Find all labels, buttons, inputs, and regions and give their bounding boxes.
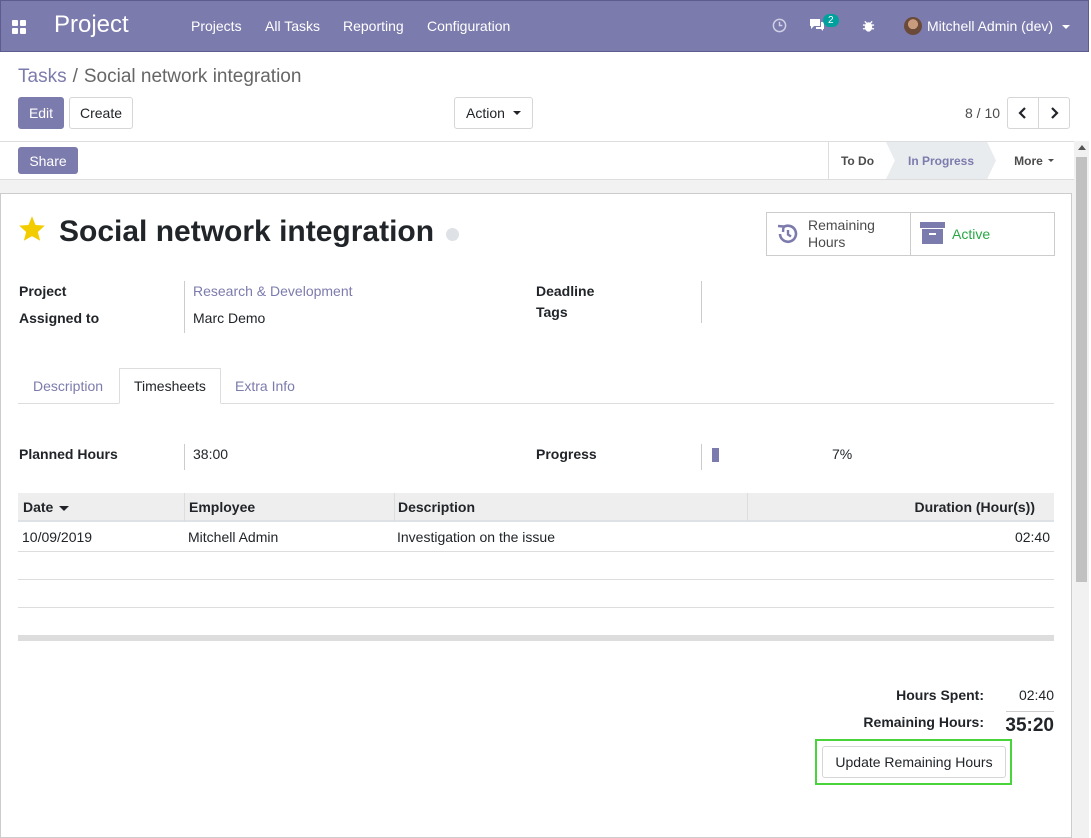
remaining-hours-total-value: 35:20 (1005, 715, 1054, 736)
debug-bug-icon[interactable] (862, 19, 875, 33)
kanban-state-icon[interactable] (446, 228, 459, 241)
row-description[interactable]: Investigation on the issue (397, 529, 555, 545)
planned-hours-label: Planned Hours (19, 446, 118, 462)
update-remaining-hours-button[interactable]: Update Remaining Hours (822, 746, 1006, 778)
progress-value: 7% (832, 446, 853, 462)
more-caret-icon (1047, 159, 1054, 162)
menu-all-tasks[interactable]: All Tasks (265, 18, 320, 34)
column-date[interactable]: Date (23, 499, 70, 515)
table-row-divider (18, 607, 1054, 608)
chevron-right-icon (1051, 107, 1059, 119)
row-duration[interactable]: 02:40 (1000, 529, 1050, 545)
stage-in-progress[interactable]: In Progress (886, 142, 996, 179)
assigned-to-label: Assigned to (19, 310, 100, 326)
remaining-hours-label: Remaining Hours (808, 217, 875, 251)
table-row-divider (18, 551, 1054, 552)
edit-button[interactable]: Edit (18, 97, 64, 129)
pager-previous-button[interactable] (1007, 97, 1039, 129)
activity-clock-icon[interactable] (772, 18, 787, 33)
row-date[interactable]: 10/09/2019 (22, 529, 92, 545)
row-employee[interactable]: Mitchell Admin (188, 529, 278, 545)
column-duration[interactable]: Duration (Hour(s)) (914, 499, 1035, 515)
field-separator (184, 281, 185, 333)
stage-more-label: More (1014, 153, 1043, 168)
planned-hours-value: 38:00 (193, 446, 229, 462)
menu-reporting[interactable]: Reporting (343, 18, 404, 34)
field-separator (701, 444, 702, 470)
archive-icon (920, 222, 945, 244)
remaining-hours-line2: Hours (808, 234, 846, 250)
sort-desc-icon (59, 505, 70, 511)
tab-description[interactable]: Description (19, 368, 117, 404)
status-bar: Share To Do In Progress More (0, 141, 1074, 180)
chevron-left-icon (1018, 107, 1026, 119)
project-label: Project (19, 283, 67, 299)
pager-value[interactable]: 8 / 10 (965, 105, 1000, 121)
stage-more-dropdown[interactable]: More (1004, 142, 1064, 179)
task-title: Social network integration (59, 215, 435, 248)
tab-timesheets[interactable]: Timesheets (119, 368, 221, 404)
user-avatar[interactable] (904, 17, 922, 35)
table-footer (18, 635, 1054, 641)
history-icon (777, 224, 798, 243)
scrollbar-thumb[interactable] (1076, 157, 1087, 582)
priority-star-icon[interactable] (18, 215, 46, 247)
column-employee[interactable]: Employee (189, 499, 255, 515)
breadcrumb-tasks-link[interactable]: Tasks (18, 66, 67, 87)
create-button[interactable]: Create (69, 97, 133, 129)
top-navbar: Project Projects All Tasks Reporting Con… (0, 0, 1089, 52)
remaining-hours-total-label: Remaining Hours: (863, 714, 984, 730)
progress-bar (712, 448, 719, 462)
column-description[interactable]: Description (398, 499, 475, 515)
remaining-hours-line1: Remaining (808, 217, 875, 233)
active-label: Active (952, 226, 991, 242)
assigned-to-value: Marc Demo (193, 310, 266, 326)
totals-divider (1006, 711, 1054, 712)
tab-extra-info[interactable]: Extra Info (221, 368, 309, 404)
project-value-link[interactable]: Research & Development (193, 283, 353, 299)
timesheet-table-header: Date Employee Description Duration (Hour… (18, 493, 1054, 522)
field-separator (701, 281, 702, 323)
remaining-hours-smart-button[interactable]: Remaining Hours (766, 212, 911, 256)
menu-projects[interactable]: Projects (191, 18, 242, 34)
table-row-divider (18, 579, 1054, 580)
chat-count-badge: 2 (823, 14, 839, 27)
action-label: Action (466, 105, 505, 121)
action-caret-icon (512, 111, 521, 115)
user-menu-caret-icon[interactable] (1062, 25, 1070, 29)
breadcrumb: Tasks / Social network integration (18, 66, 301, 88)
breadcrumb-current: Social network integration (83, 66, 302, 87)
stage-to-do[interactable]: To Do (828, 142, 886, 179)
tags-label: Tags (536, 304, 568, 320)
share-button[interactable]: Share (18, 147, 78, 174)
scroll-up-arrow-icon[interactable] (1078, 145, 1086, 150)
app-brand[interactable]: Project (54, 11, 129, 39)
action-dropdown[interactable]: Action (454, 97, 533, 129)
hours-spent-value: 02:40 (1018, 687, 1054, 703)
user-menu[interactable]: Mitchell Admin (dev) (927, 18, 1053, 34)
apps-menu-icon[interactable] (12, 20, 26, 34)
field-separator (184, 444, 185, 470)
menu-configuration[interactable]: Configuration (427, 18, 510, 34)
pager-next-button[interactable] (1038, 97, 1070, 129)
breadcrumb-separator: / (72, 66, 78, 87)
deadline-label: Deadline (536, 283, 595, 299)
hours-spent-label: Hours Spent: (896, 687, 984, 703)
active-toggle-button[interactable]: Active (910, 212, 1055, 256)
progress-label: Progress (536, 446, 597, 462)
